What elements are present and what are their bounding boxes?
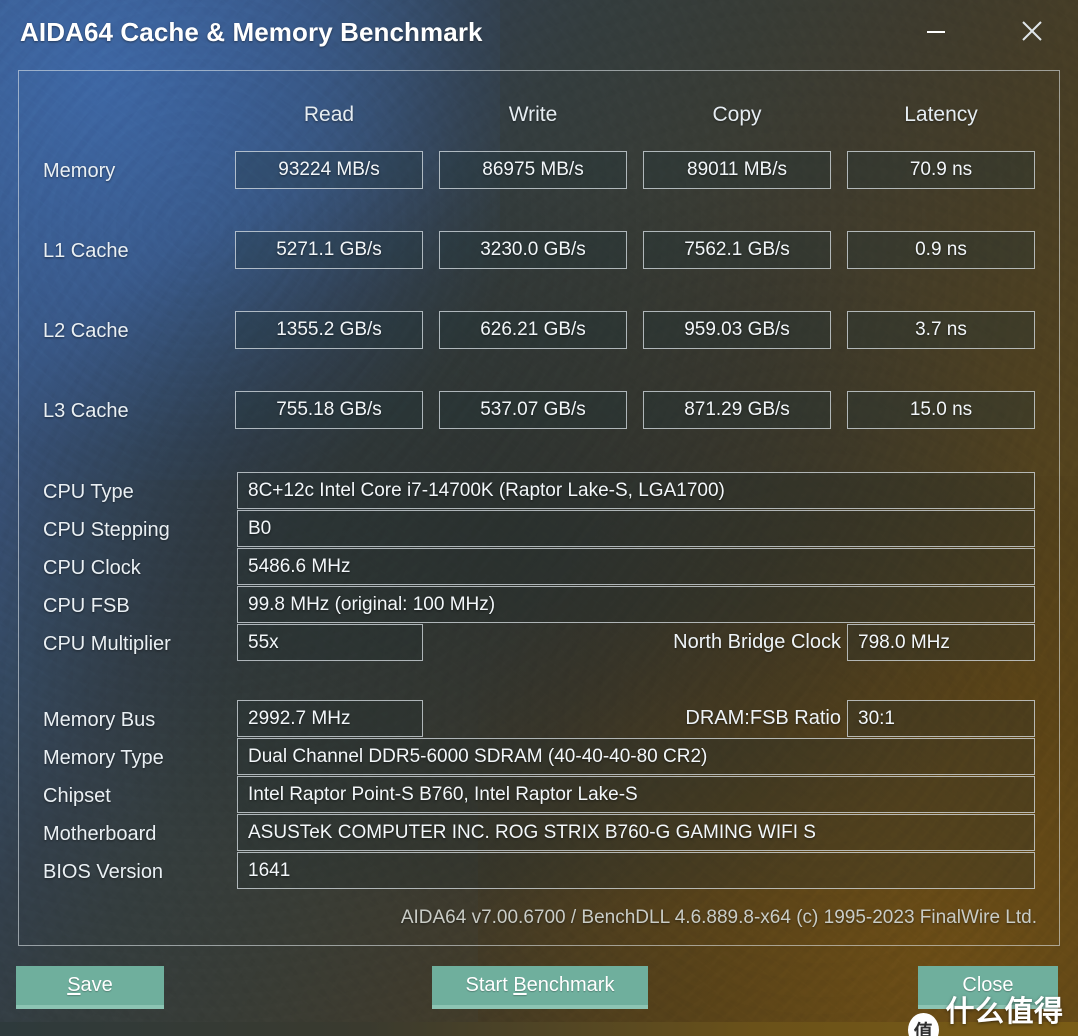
- cell-l1-copy: 7562.1 GB/s: [643, 231, 831, 269]
- cell-l2-latency: 3.7 ns: [847, 311, 1035, 349]
- version-info: AIDA64 v7.00.6700 / BenchDLL 4.6.889.8-x…: [400, 907, 1037, 928]
- value-cpu-multiplier: 55x: [237, 624, 423, 661]
- close-window-button[interactable]: [1009, 8, 1055, 54]
- label-cpu-fsb: CPU FSB: [43, 595, 130, 617]
- value-north-bridge-clock: 798.0 MHz: [847, 624, 1035, 661]
- cell-l3-read: 755.18 GB/s: [235, 391, 423, 429]
- row-label-memory: Memory: [43, 160, 116, 182]
- cell-memory-write: 86975 MB/s: [439, 151, 627, 189]
- label-memory-type: Memory Type: [43, 747, 164, 769]
- cell-l2-read: 1355.2 GB/s: [235, 311, 423, 349]
- close-button-label: Close: [962, 974, 1014, 996]
- value-memory-type: Dual Channel DDR5-6000 SDRAM (40-40-40-8…: [237, 738, 1035, 775]
- start-label-prefix: Start: [465, 974, 514, 996]
- row-label-l3-cache: L3 Cache: [43, 400, 129, 422]
- save-accel-char: S: [67, 974, 81, 996]
- cell-l1-read: 5271.1 GB/s: [235, 231, 423, 269]
- value-cpu-clock: 5486.6 MHz: [237, 548, 1035, 585]
- cell-l2-copy: 959.03 GB/s: [643, 311, 831, 349]
- start-benchmark-button[interactable]: Start Benchmark: [432, 966, 648, 1009]
- close-icon: [1022, 21, 1042, 41]
- cell-memory-read: 93224 MB/s: [235, 151, 423, 189]
- label-chipset: Chipset: [43, 785, 111, 807]
- label-memory-bus: Memory Bus: [43, 709, 156, 731]
- cell-l3-write: 537.07 GB/s: [439, 391, 627, 429]
- label-cpu-multiplier: CPU Multiplier: [43, 633, 171, 655]
- save-button-label: ave: [80, 974, 113, 996]
- aida64-benchmark-window: AIDA64 Cache & Memory Benchmark Read Wri…: [0, 0, 1078, 1036]
- value-cpu-fsb: 99.8 MHz (original: 100 MHz): [237, 586, 1035, 623]
- cell-l3-copy: 871.29 GB/s: [643, 391, 831, 429]
- start-label-suffix: enchmark: [526, 974, 615, 996]
- row-label-l1-cache: L1 Cache: [43, 240, 129, 262]
- row-label-l2-cache: L2 Cache: [43, 320, 129, 342]
- cell-memory-copy: 89011 MB/s: [643, 151, 831, 189]
- window-title: AIDA64 Cache & Memory Benchmark: [20, 17, 483, 47]
- label-motherboard: Motherboard: [43, 823, 157, 845]
- cell-l1-latency: 0.9 ns: [847, 231, 1035, 269]
- column-header-read: Read: [303, 103, 355, 126]
- cell-l1-write: 3230.0 GB/s: [439, 231, 627, 269]
- close-button[interactable]: Close: [918, 966, 1058, 1009]
- column-header-write: Write: [508, 103, 558, 126]
- cell-l3-latency: 15.0 ns: [847, 391, 1035, 429]
- save-button[interactable]: Save: [16, 966, 164, 1009]
- label-dram-fsb-ratio: DRAM:FSB Ratio: [685, 707, 841, 729]
- cell-l2-write: 626.21 GB/s: [439, 311, 627, 349]
- label-bios-version: BIOS Version: [43, 861, 164, 883]
- title-bar: AIDA64 Cache & Memory Benchmark: [0, 0, 1078, 68]
- value-memory-bus: 2992.7 MHz: [237, 700, 423, 737]
- start-accel-char: B: [513, 974, 527, 996]
- label-cpu-type: CPU Type: [43, 481, 134, 503]
- value-bios-version: 1641: [237, 852, 1035, 889]
- window-bottom-strip: [0, 1022, 1078, 1036]
- label-north-bridge-clock: North Bridge Clock: [673, 631, 841, 653]
- minimize-icon: [927, 31, 945, 33]
- content-panel: Read Write Copy Latency Memory 93224 MB/…: [18, 70, 1060, 946]
- label-cpu-stepping: CPU Stepping: [43, 519, 170, 541]
- column-header-latency: Latency: [904, 103, 978, 126]
- value-motherboard: ASUSTeK COMPUTER INC. ROG STRIX B760-G G…: [237, 814, 1035, 851]
- label-cpu-clock: CPU Clock: [43, 557, 141, 579]
- value-dram-fsb-ratio: 30:1: [847, 700, 1035, 737]
- column-header-copy: Copy: [712, 103, 762, 126]
- value-chipset: Intel Raptor Point-S B760, Intel Raptor …: [237, 776, 1035, 813]
- cell-memory-latency: 70.9 ns: [847, 151, 1035, 189]
- value-cpu-stepping: B0: [237, 510, 1035, 547]
- value-cpu-type: 8C+12c Intel Core i7-14700K (Raptor Lake…: [237, 472, 1035, 509]
- minimize-button[interactable]: [913, 8, 959, 54]
